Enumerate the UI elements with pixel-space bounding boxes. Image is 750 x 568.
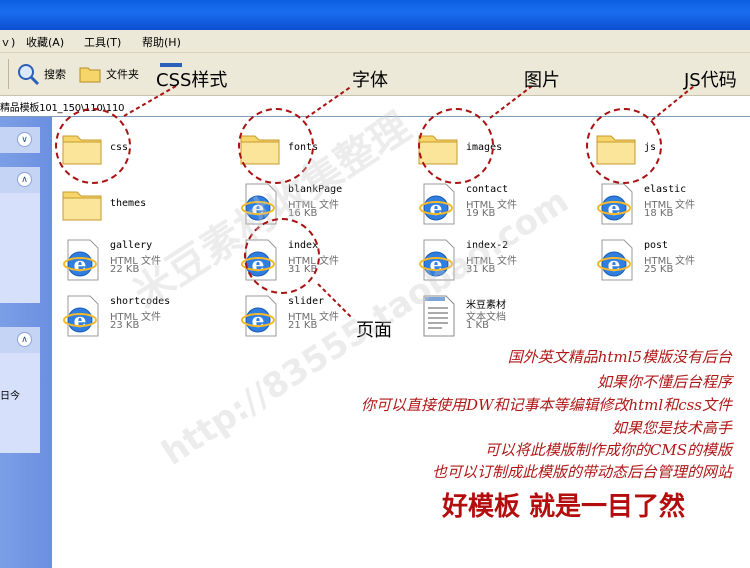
slogan: 好模板 就是一目了然 [442, 492, 686, 522]
callout-js: JS代码 [684, 70, 737, 91]
callout-css: CSS样式 [156, 70, 228, 91]
callout-fonts: 字体 [352, 70, 388, 91]
desc-line-3: 你可以直接使用DW和记事本等编辑修改html和css文件 [361, 396, 732, 414]
desc-line-4: 如果您是技术高手 [611, 419, 732, 437]
desc-line-1: 国外英文精品html5模版没有后台 [507, 348, 732, 366]
desc-line-2: 如果你不懂后台程序 [596, 373, 732, 391]
callout-images: 图片 [524, 70, 560, 91]
desc-line-5: 可以将此模版制作成你的CMS的模版 [484, 441, 732, 459]
desc-line-6: 也可以订制成此模版的带动态后台管理的网站 [431, 463, 732, 481]
